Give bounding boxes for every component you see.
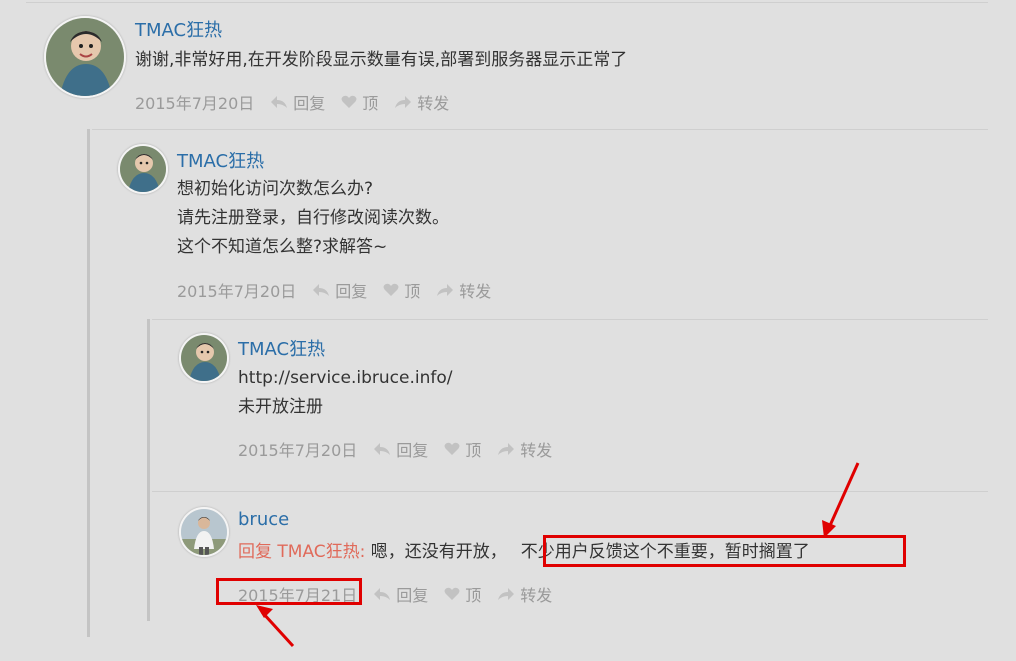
comment-meta: 2015年7月20日 回复 顶 转发 <box>238 437 552 461</box>
reply-to-link[interactable]: 回复 TMAC狂热: <box>238 542 365 562</box>
reply-icon <box>313 284 330 296</box>
heart-icon <box>383 283 399 296</box>
reply-icon <box>271 96 288 108</box>
top-divider <box>26 2 988 3</box>
comment-meta: 2015年7月20日 回复 顶 转发 <box>135 90 449 114</box>
share-label: 转发 <box>417 94 450 113</box>
share-button[interactable]: 转发 <box>394 90 449 114</box>
reply-label: 回复 <box>335 282 368 301</box>
reply-label: 回复 <box>293 94 326 113</box>
comment-author[interactable]: bruce <box>238 509 289 530</box>
comment-author[interactable]: TMAC狂热 <box>135 16 222 42</box>
like-button[interactable]: 顶 <box>341 90 378 114</box>
avatar[interactable] <box>44 16 126 98</box>
share-label: 转发 <box>520 441 553 460</box>
like-button[interactable]: 顶 <box>383 278 420 302</box>
comment-text-line-1: 想初始化访问次数怎么办? <box>177 179 374 199</box>
like-button[interactable]: 顶 <box>444 437 481 461</box>
comment-meta: 2015年7月20日 回复 顶 转发 <box>177 278 491 302</box>
comment-date: 2015年7月20日 <box>177 282 297 301</box>
thread-divider-3 <box>152 491 988 492</box>
thread-indent-line-1 <box>87 129 90 637</box>
reply-label: 回复 <box>396 441 429 460</box>
like-label: 顶 <box>362 94 379 113</box>
child-photo-avatar <box>181 335 227 381</box>
avatar[interactable] <box>179 333 229 383</box>
thread-indent-line-2 <box>147 319 150 621</box>
comment-text-line-2: 请先注册登录，自行修改阅读次数。 <box>177 208 449 228</box>
share-button[interactable]: 转发 <box>497 582 552 606</box>
reply-icon <box>374 443 391 455</box>
like-label: 顶 <box>465 441 482 460</box>
child-photo-avatar <box>120 146 166 192</box>
reply-button[interactable]: 回复 <box>270 90 325 114</box>
thread-divider-2 <box>152 319 988 320</box>
share-icon <box>395 96 412 108</box>
share-label: 转发 <box>520 586 553 605</box>
annotation-arrow-bottom <box>256 605 295 648</box>
comment-date: 2015年7月20日 <box>238 441 358 460</box>
annotation-box-date <box>216 578 362 605</box>
annotation-box-text <box>543 535 906 567</box>
comment-text: 谢谢,非常好用,在开发阶段显示数量有误,部署到服务器显示正常了 <box>135 50 628 70</box>
avatar[interactable] <box>179 507 229 557</box>
share-label: 转发 <box>459 282 492 301</box>
share-icon <box>437 284 454 296</box>
comment-text-line-1[interactable]: http://service.ibruce.info/ <box>238 364 452 393</box>
annotation-arrow-top <box>822 462 860 538</box>
person-photo-avatar <box>181 509 227 555</box>
like-button[interactable]: 顶 <box>444 582 481 606</box>
reply-icon <box>374 588 391 600</box>
heart-icon <box>341 95 357 108</box>
reply-label: 回复 <box>396 586 429 605</box>
like-label: 顶 <box>465 586 482 605</box>
share-icon <box>498 443 515 455</box>
share-icon <box>498 588 515 600</box>
comment-text-part: 嗯，还没有开放， <box>365 542 507 562</box>
like-label: 顶 <box>404 282 421 301</box>
reply-button[interactable]: 回复 <box>373 582 428 606</box>
comment-author[interactable]: TMAC狂热 <box>177 147 264 173</box>
share-button[interactable]: 转发 <box>436 278 491 302</box>
heart-icon <box>444 442 460 455</box>
share-button[interactable]: 转发 <box>497 437 552 461</box>
child-photo-avatar <box>46 18 124 96</box>
reply-button[interactable]: 回复 <box>373 437 428 461</box>
thread-divider-1 <box>92 129 988 130</box>
heart-icon <box>444 587 460 600</box>
comment-text-line-3: 这个不知道怎么整?求解答~ <box>177 237 388 257</box>
comment-date: 2015年7月20日 <box>135 94 255 113</box>
avatar[interactable] <box>118 144 168 194</box>
comment-author[interactable]: TMAC狂热 <box>238 335 325 361</box>
comment-text-line-2: 未开放注册 <box>238 397 323 417</box>
reply-button[interactable]: 回复 <box>312 278 367 302</box>
